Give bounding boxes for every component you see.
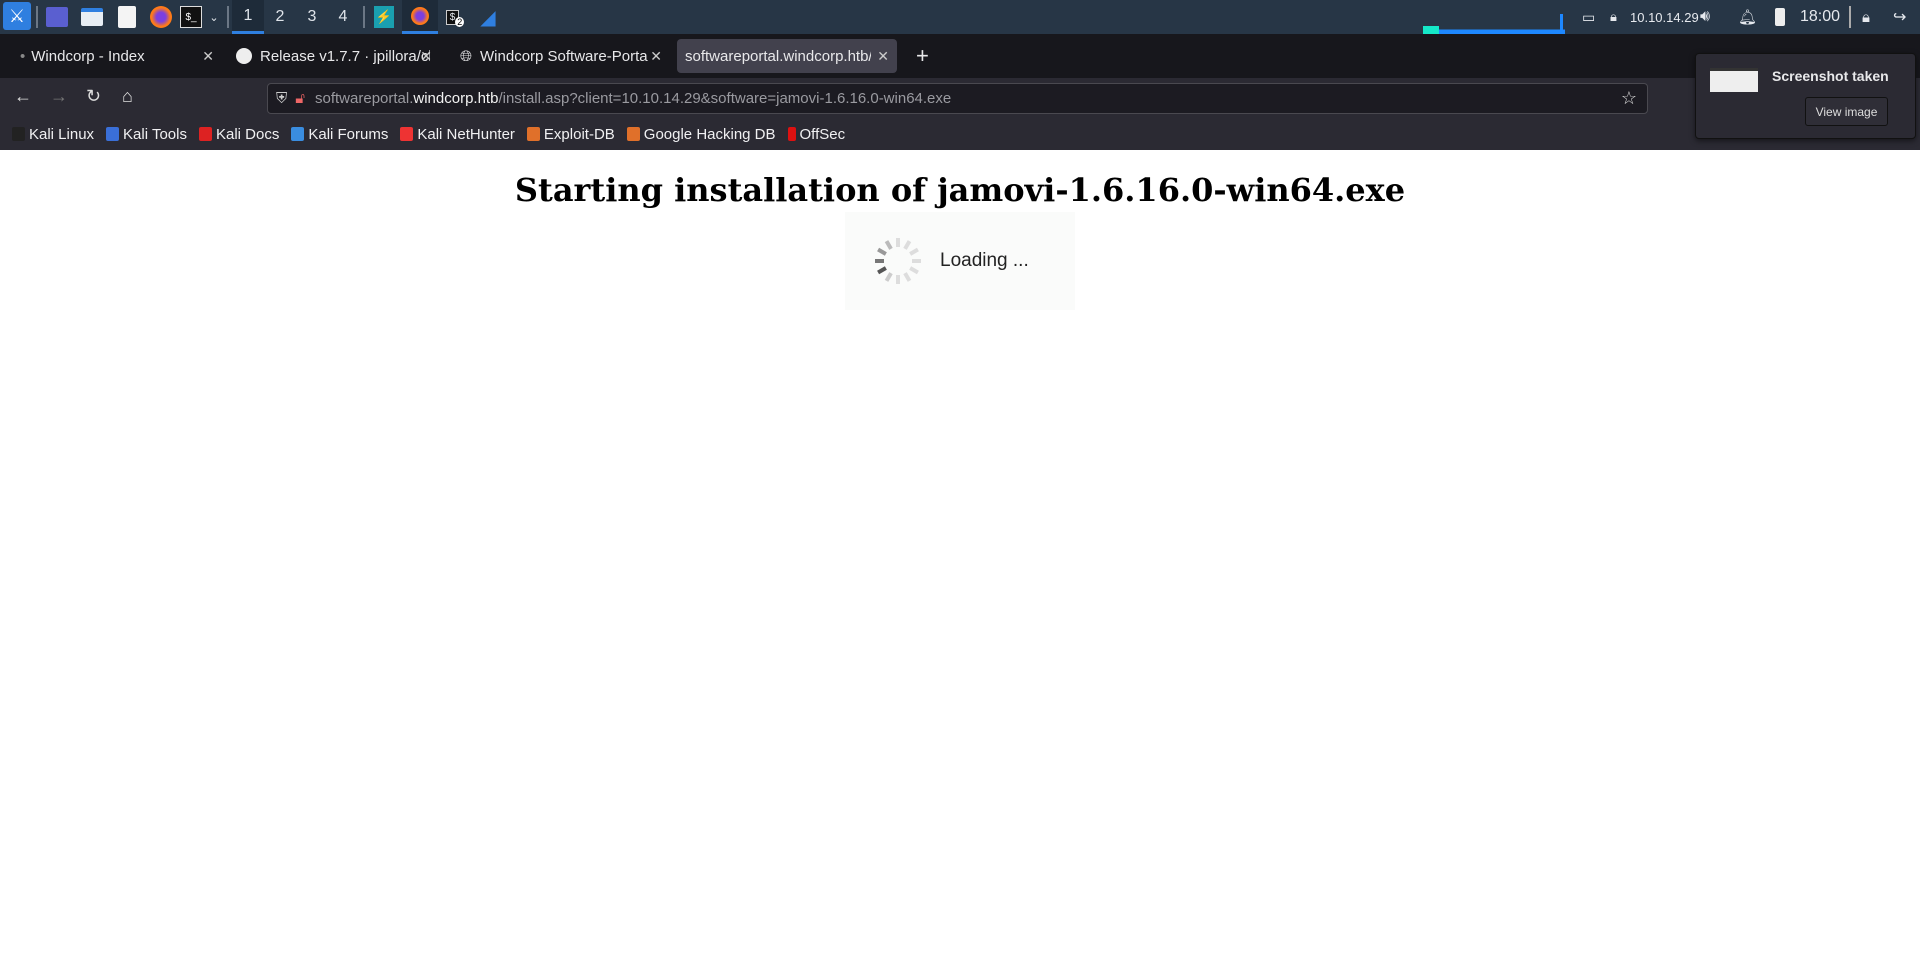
kali-docs-icon — [198, 127, 212, 141]
page-content: Starting installation of jamovi-1.6.16.0… — [0, 150, 1920, 972]
tab-title: Release v1.7.7 · jpillora/chisel — [260, 47, 430, 65]
close-tab-icon[interactable]: ✕ — [202, 48, 214, 65]
vpn-ip: 10.10.14.29 — [1630, 9, 1699, 25]
bookmark-kali-forums[interactable]: Kali Forums — [291, 126, 388, 143]
kali-menu-icon[interactable]: ⚔ — [3, 2, 31, 30]
screenshot-notification: Screenshot taken View image — [1695, 53, 1916, 139]
spinner-icon — [875, 238, 921, 284]
desktop-icon[interactable] — [46, 7, 68, 27]
url-bar[interactable]: ⛨ 🔓︎ softwareportal. windcorp.htb/install… — [267, 83, 1648, 114]
home-icon[interactable]: ⌂ — [122, 86, 133, 107]
close-tab-icon[interactable]: ✕ — [877, 48, 889, 65]
taskbar: ⚔ $_ ⌄ 1 2 3 4 ⚡ $2 ◢ ▭ 🔒︎ 10.10.14.29 🔊… — [0, 0, 1920, 34]
offsec-icon — [787, 127, 796, 141]
forward-icon[interactable]: → — [50, 86, 68, 107]
bookmark-google-hacking-db[interactable]: Google Hacking DB — [626, 125, 776, 143]
bookmark-star-icon[interactable]: ☆ — [1621, 88, 1637, 109]
loading-indicator: Loading ... — [845, 212, 1075, 310]
firefox-icon[interactable] — [150, 6, 172, 28]
view-image-button[interactable]: View image — [1805, 97, 1888, 126]
loading-text: Loading ... — [940, 250, 1029, 271]
bookmark-offsec[interactable]: OffSec — [787, 125, 846, 143]
kali-tools-icon — [106, 127, 120, 141]
app-bolt-icon[interactable]: ⚡ — [374, 6, 394, 28]
exploit-db-icon — [526, 127, 540, 141]
bookmark-label: Kali Forums — [308, 125, 389, 143]
url-domain: windcorp.htb — [413, 90, 499, 107]
notification-title: Screenshot taken — [1772, 68, 1889, 84]
tab-install[interactable]: softwareportal.windcorp.htb/install.asp ✕ — [677, 39, 897, 73]
bookmark-label: OffSec — [799, 125, 846, 143]
bookmarks-toolbar: Kali Linux Kali Tools Kali Docs Kali For… — [0, 118, 1920, 150]
bookmark-kali-tools[interactable]: Kali Tools — [106, 126, 187, 143]
navigation-bar: ← → ↻ ⌂ ⛨ 🔓︎ softwareportal. windcorp.htb… — [0, 78, 1920, 118]
battery-icon[interactable] — [1775, 8, 1785, 26]
divider — [36, 6, 38, 28]
clock[interactable]: 18:00 — [1800, 5, 1840, 29]
tab-title: Windcorp Software-Portal — [480, 47, 649, 65]
notification-bell-icon[interactable]: 🔔︎ — [1738, 5, 1757, 29]
workspace-4[interactable]: 4 — [327, 0, 359, 34]
page-heading: Starting installation of jamovi-1.6.16.0… — [514, 171, 1406, 209]
ghdb-icon — [626, 127, 640, 141]
bookmark-label: Kali Docs — [215, 125, 280, 143]
bookmark-exploit-db[interactable]: Exploit-DB — [526, 125, 615, 143]
divider — [1849, 6, 1851, 28]
github-icon — [236, 48, 252, 64]
bookmark-label: Exploit-DB — [543, 125, 615, 143]
tab-title: softwareportal.windcorp.htb/install.asp — [685, 47, 871, 65]
reload-icon[interactable]: ↻ — [86, 86, 101, 107]
display-icon[interactable]: ▭ — [1582, 5, 1595, 29]
globe-icon: 🌐︎ — [460, 47, 473, 65]
insecure-lock-icon[interactable]: 🔓︎ — [295, 90, 305, 107]
workspace-1[interactable]: 1 — [232, 0, 264, 34]
url-subdomain: softwareportal. — [315, 90, 414, 107]
logout-icon[interactable]: ↪ — [1893, 5, 1906, 29]
dot-icon: • — [20, 47, 26, 65]
file-manager-icon[interactable] — [81, 8, 103, 26]
network-graph — [1423, 12, 1565, 34]
firefox-window-icon[interactable] — [402, 0, 438, 34]
tab-software-portal[interactable]: 🌐︎ Windcorp Software-Portal ✕ — [452, 39, 670, 73]
terminal-window-icon[interactable]: $2 — [444, 6, 466, 28]
divider — [363, 6, 365, 28]
tab-windcorp-index[interactable]: • Windcorp - Index ✕ — [12, 39, 222, 73]
chevron-down-icon[interactable]: ⌄ — [207, 5, 221, 29]
lock-screen-icon[interactable]: 🔒︎ — [1862, 5, 1870, 29]
kali-forums-icon — [291, 127, 305, 141]
wireshark-icon[interactable]: ◢ — [478, 5, 498, 29]
workspace-2[interactable]: 2 — [264, 0, 296, 34]
tab-chisel-release[interactable]: Release v1.7.7 · jpillora/chisel✕ — [228, 39, 440, 73]
screenshot-thumbnail[interactable] — [1710, 68, 1758, 92]
bookmark-label: Kali Linux — [29, 125, 95, 143]
close-tab-icon[interactable]: ✕ — [650, 48, 662, 65]
bookmark-label: Kali NetHunter — [417, 125, 515, 143]
bookmark-kali-docs[interactable]: Kali Docs — [198, 125, 280, 143]
nethunter-icon — [400, 127, 414, 141]
shield-icon[interactable]: ⛨ — [276, 90, 287, 107]
bookmark-kali-nethunter[interactable]: Kali NetHunter — [400, 126, 515, 143]
divider — [227, 6, 229, 28]
tab-title: Windcorp - Index — [31, 47, 145, 65]
bookmark-label: Google Hacking DB — [643, 125, 776, 143]
back-icon[interactable]: ← — [14, 86, 32, 107]
kali-icon — [12, 127, 25, 141]
terminal-icon[interactable]: $_ — [180, 6, 202, 28]
window-count-badge: 2 — [455, 17, 465, 27]
close-tab-icon[interactable]: ✕ — [420, 48, 432, 65]
tab-strip: • Windcorp - Index ✕ Release v1.7.7 · jpil… — [0, 34, 1920, 78]
new-tab-button[interactable]: + — [908, 39, 937, 73]
bookmark-label: Kali Tools — [123, 125, 187, 143]
url-path: /install.asp?client=10.10.14.29&software… — [498, 90, 952, 107]
volume-icon[interactable]: 🔊︎ — [1700, 5, 1710, 29]
vpn-lock-icon[interactable]: 🔒︎ — [1610, 5, 1617, 29]
bookmark-kali-linux[interactable]: Kali Linux — [12, 126, 94, 143]
workspace-3[interactable]: 3 — [296, 0, 328, 34]
text-editor-icon[interactable] — [118, 6, 136, 28]
